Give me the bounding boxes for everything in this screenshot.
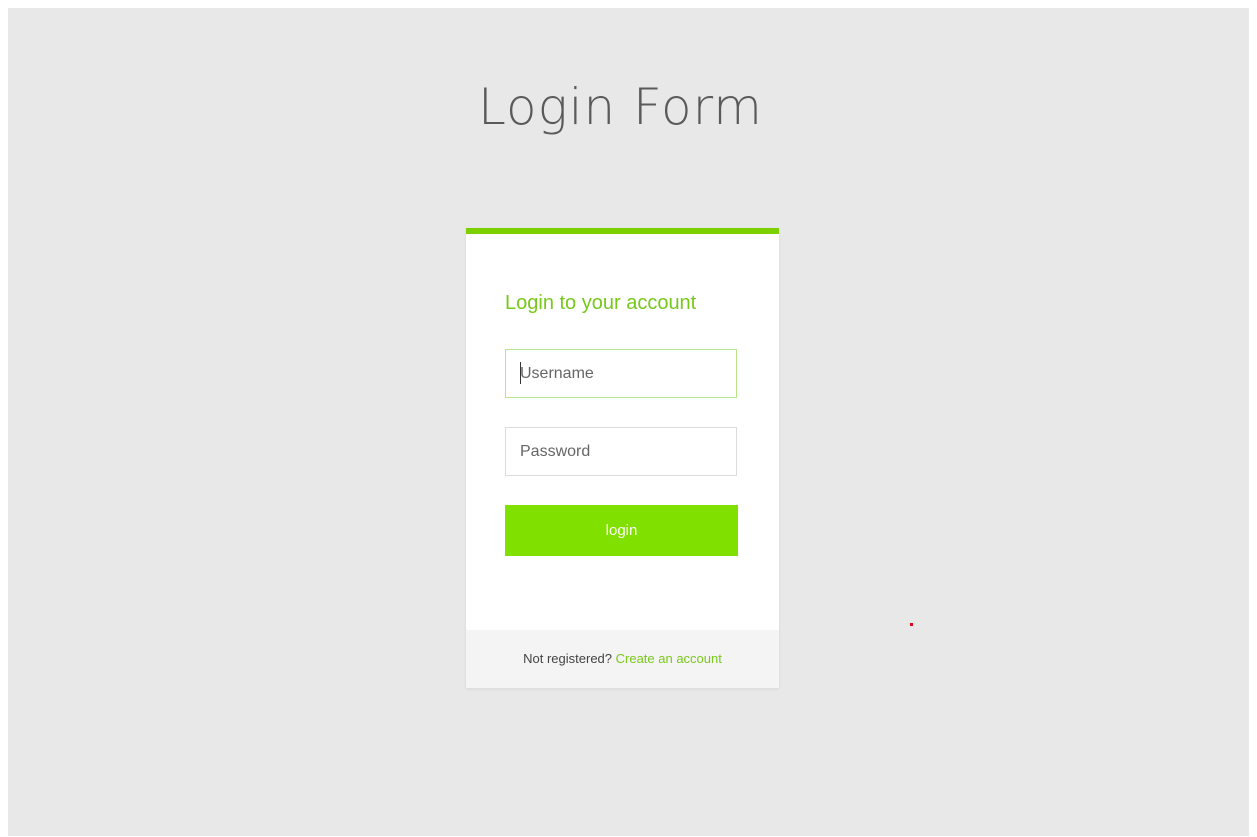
footer-prompt: Not registered? [523,651,616,666]
password-input[interactable] [505,427,737,476]
username-input[interactable] [505,349,737,398]
text-caret [520,362,521,384]
login-card: Login to your account login Not register… [466,228,779,688]
card-footer: Not registered? Create an account [466,630,779,688]
card-heading: Login to your account [505,292,697,314]
cursor-dot [910,623,913,626]
page-title: Login Form [478,78,763,136]
create-account-link[interactable]: Create an account [616,651,722,666]
login-button[interactable]: login [505,505,738,556]
card-accent-bar [466,228,779,234]
